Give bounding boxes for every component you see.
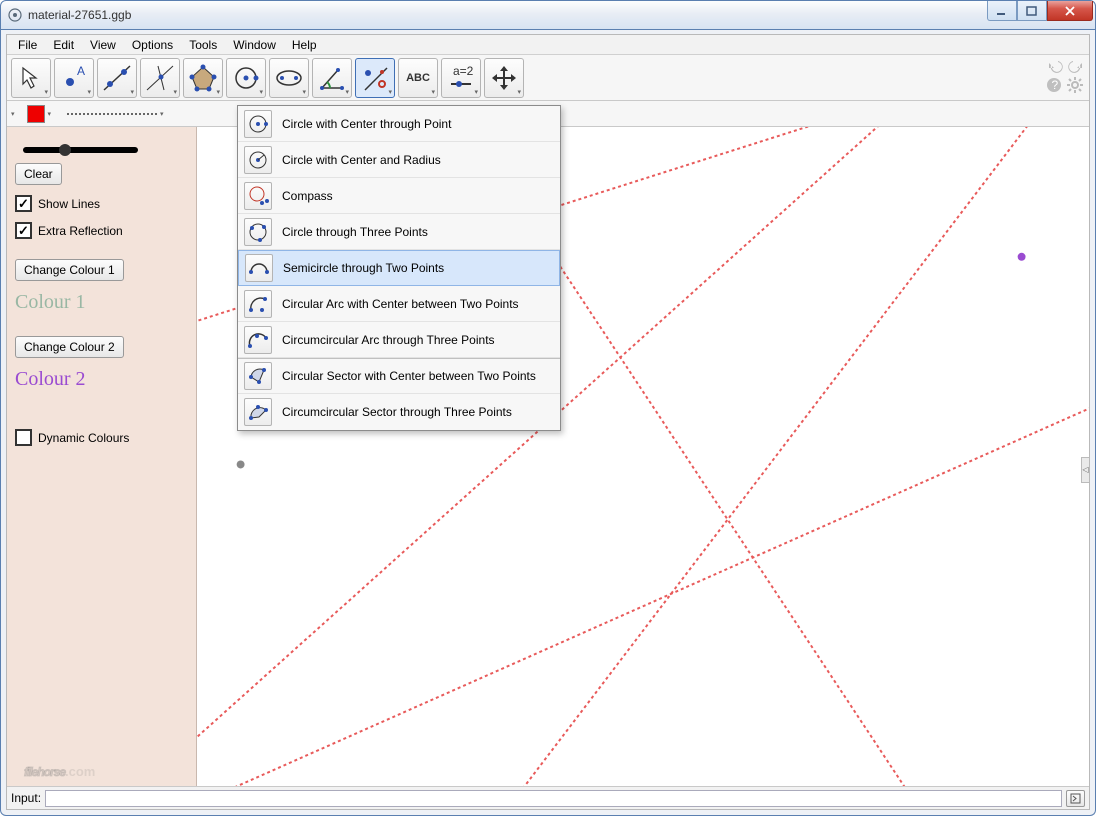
dropdown-label: Circle with Center and Radius — [282, 153, 441, 167]
circular-arc-icon — [244, 290, 272, 318]
clear-button[interactable]: Clear — [15, 163, 62, 185]
window-title: material-27651.ggb — [28, 8, 1089, 22]
tool-move[interactable]: ▾ — [11, 58, 51, 98]
svg-text:a=2: a=2 — [453, 64, 474, 78]
maximize-button[interactable] — [1017, 1, 1047, 21]
main-toolbar: ▾ A▾ ▾ ▾ ▾ ▾ ▾ ▾ ▾ ABC▾ a=2▾ ▾ ? — [7, 55, 1089, 101]
dropdown-item-compass[interactable]: Compass — [238, 178, 560, 214]
side-panel-handle[interactable]: ◁ — [1081, 457, 1089, 483]
tool-slider[interactable]: a=2▾ — [441, 58, 481, 98]
circle-tool-dropdown: Circle with Center through Point Circle … — [237, 105, 561, 431]
tool-special-line[interactable]: ▾ — [140, 58, 180, 98]
extra-reflection-checkbox[interactable]: ✓Extra Reflection — [15, 222, 188, 239]
menu-file[interactable]: File — [11, 36, 44, 54]
tool-polygon[interactable]: ▾ — [183, 58, 223, 98]
input-bar: Input: — [7, 786, 1089, 809]
stylebar-collapse-icon[interactable]: ▾ — [11, 110, 15, 118]
tool-move-view[interactable]: ▾ — [484, 58, 524, 98]
dropdown-item-circumcircular-sector[interactable]: Circumcircular Sector through Three Poin… — [238, 394, 560, 430]
color-swatch — [27, 105, 45, 123]
tool-reflect[interactable]: ▾ — [355, 58, 395, 98]
dropdown-item-circle-center-radius[interactable]: Circle with Center and Radius — [238, 142, 560, 178]
extra-reflection-label: Extra Reflection — [38, 224, 123, 238]
toolbar-right-group: ? — [1046, 58, 1083, 93]
tool-angle[interactable]: ▾ — [312, 58, 352, 98]
tool-point[interactable]: A▾ — [54, 58, 94, 98]
menu-tools[interactable]: Tools — [182, 36, 224, 54]
dropdown-label: Circular Sector with Center between Two … — [282, 369, 536, 383]
colour-2-label: Colour 2 — [15, 368, 188, 391]
colour-1-label: Colour 1 — [15, 291, 188, 314]
dropdown-label: Circumcircular Sector through Three Poin… — [282, 405, 512, 419]
show-lines-checkbox[interactable]: ✓Show Lines — [15, 195, 188, 212]
dropdown-label: Semicircle through Two Points — [283, 261, 444, 275]
dropdown-label: Compass — [282, 189, 333, 203]
thickness-slider[interactable] — [23, 147, 138, 153]
dropdown-label: Circle through Three Points — [282, 225, 428, 239]
menu-options[interactable]: Options — [125, 36, 180, 54]
watermark: filehorse.com — [24, 750, 95, 784]
circumcircular-arc-icon — [244, 326, 272, 354]
dropdown-label: Circle with Center through Point — [282, 117, 451, 131]
tool-text[interactable]: ABC▾ — [398, 58, 438, 98]
help-icon[interactable]: ? — [1046, 77, 1062, 93]
line-style-picker[interactable]: ▾ — [63, 108, 168, 120]
menu-bar: File Edit View Options Tools Window Help — [7, 35, 1089, 55]
tool-circle[interactable]: ▾ — [226, 58, 266, 98]
sidebar-panel: Clear ✓Show Lines ✓Extra Reflection Chan… — [7, 127, 197, 786]
change-colour-1-button[interactable]: Change Colour 1 — [15, 259, 124, 281]
redo-icon[interactable] — [1067, 58, 1083, 74]
gear-icon[interactable] — [1067, 77, 1083, 93]
circular-sector-icon — [244, 362, 272, 390]
dropdown-item-circle-three-points[interactable]: Circle through Three Points — [238, 214, 560, 250]
semicircle-icon — [245, 254, 273, 282]
tool-line[interactable]: ▾ — [97, 58, 137, 98]
input-field[interactable] — [45, 790, 1062, 807]
circle-center-radius-icon — [244, 146, 272, 174]
circle-three-points-icon — [244, 218, 272, 246]
dropdown-item-circle-center-point[interactable]: Circle with Center through Point — [238, 106, 560, 142]
menu-edit[interactable]: Edit — [46, 36, 81, 54]
change-colour-2-button[interactable]: Change Colour 2 — [15, 336, 124, 358]
tool-conic[interactable]: ▾ — [269, 58, 309, 98]
minimize-button[interactable] — [987, 1, 1017, 21]
svg-text:A: A — [77, 64, 85, 78]
menu-help[interactable]: Help — [285, 36, 324, 54]
dropdown-item-circular-sector[interactable]: Circular Sector with Center between Two … — [238, 358, 560, 394]
menu-window[interactable]: Window — [226, 36, 283, 54]
circle-center-point-icon — [244, 110, 272, 138]
window-titlebar: material-27651.ggb — [0, 0, 1096, 30]
close-button[interactable] — [1047, 1, 1093, 21]
undo-icon[interactable] — [1048, 58, 1064, 74]
circumcircular-sector-icon — [244, 398, 272, 426]
dropdown-item-semicircle[interactable]: Semicircle through Two Points — [238, 250, 560, 286]
dropdown-item-circumcircular-arc[interactable]: Circumcircular Arc through Three Points — [238, 322, 560, 358]
menu-view[interactable]: View — [83, 36, 123, 54]
dropdown-label: Circumcircular Arc through Three Points — [282, 333, 495, 347]
compass-icon — [244, 182, 272, 210]
svg-text:?: ? — [1052, 78, 1059, 92]
dropdown-item-circular-arc[interactable]: Circular Arc with Center between Two Poi… — [238, 286, 560, 322]
dynamic-colours-checkbox[interactable]: Dynamic Colours — [15, 429, 188, 446]
show-lines-label: Show Lines — [38, 197, 100, 211]
color-picker[interactable]: ▾ — [23, 103, 56, 125]
input-help-button[interactable] — [1066, 790, 1085, 807]
input-label: Input: — [11, 791, 41, 805]
window-buttons — [987, 1, 1093, 21]
app-icon — [7, 7, 23, 23]
dynamic-colours-label: Dynamic Colours — [38, 431, 129, 445]
dropdown-label: Circular Arc with Center between Two Poi… — [282, 297, 519, 311]
line-style-preview — [67, 113, 157, 115]
